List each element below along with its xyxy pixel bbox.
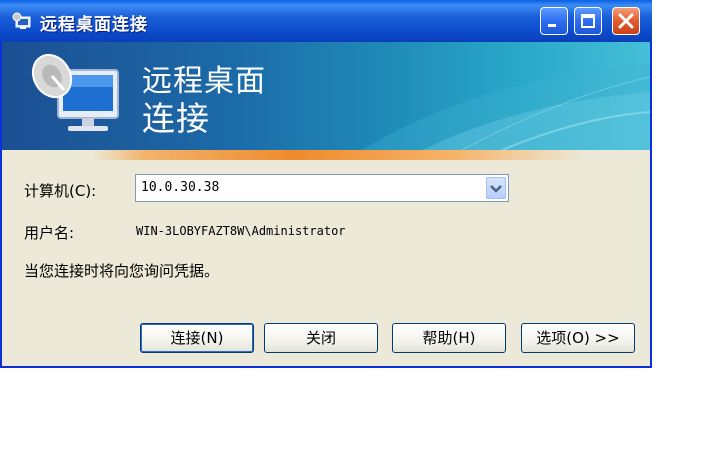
remote-desktop-icon xyxy=(12,12,31,29)
minimize-icon xyxy=(548,24,556,27)
banner-accent-stripe xyxy=(2,150,650,160)
close-icon xyxy=(618,13,634,29)
banner-title-line2: 连接 xyxy=(142,99,210,138)
maximize-icon xyxy=(581,14,595,28)
banner-graphic xyxy=(31,53,650,150)
credentials-note: 当您连接时将向您询问凭据。 xyxy=(24,262,220,280)
options-button[interactable]: 选项(O) >> xyxy=(521,323,635,353)
computer-icon xyxy=(31,53,119,131)
computer-combobox[interactable]: 10.0.30.38 xyxy=(135,174,509,202)
computer-input[interactable]: 10.0.30.38 xyxy=(141,180,219,195)
username-label: 用户名: xyxy=(24,224,75,242)
minimize-button[interactable] xyxy=(540,7,568,35)
banner: 远程桌面 连接 xyxy=(2,42,650,150)
connect-button[interactable]: 连接(N) xyxy=(140,323,254,353)
title-bar[interactable]: 远程桌面连接 xyxy=(0,0,652,42)
close-button[interactable] xyxy=(612,7,640,35)
username-value: WIN-3LOBYFAZT8W\Administrator xyxy=(136,224,346,238)
window-title: 远程桌面连接 xyxy=(40,15,148,35)
remote-desktop-window: 远程桌面连接 远程桌面 连接 计算机(C): 10.0.30.38 用户名: W… xyxy=(0,0,652,368)
chevron-down-icon xyxy=(490,185,502,193)
help-button[interactable]: 帮助(H) xyxy=(392,323,506,353)
close-dialog-button[interactable]: 关闭 xyxy=(264,323,378,353)
computer-dropdown-button[interactable] xyxy=(486,177,506,199)
computer-label: 计算机(C): xyxy=(24,182,97,200)
maximize-button[interactable] xyxy=(574,7,602,35)
